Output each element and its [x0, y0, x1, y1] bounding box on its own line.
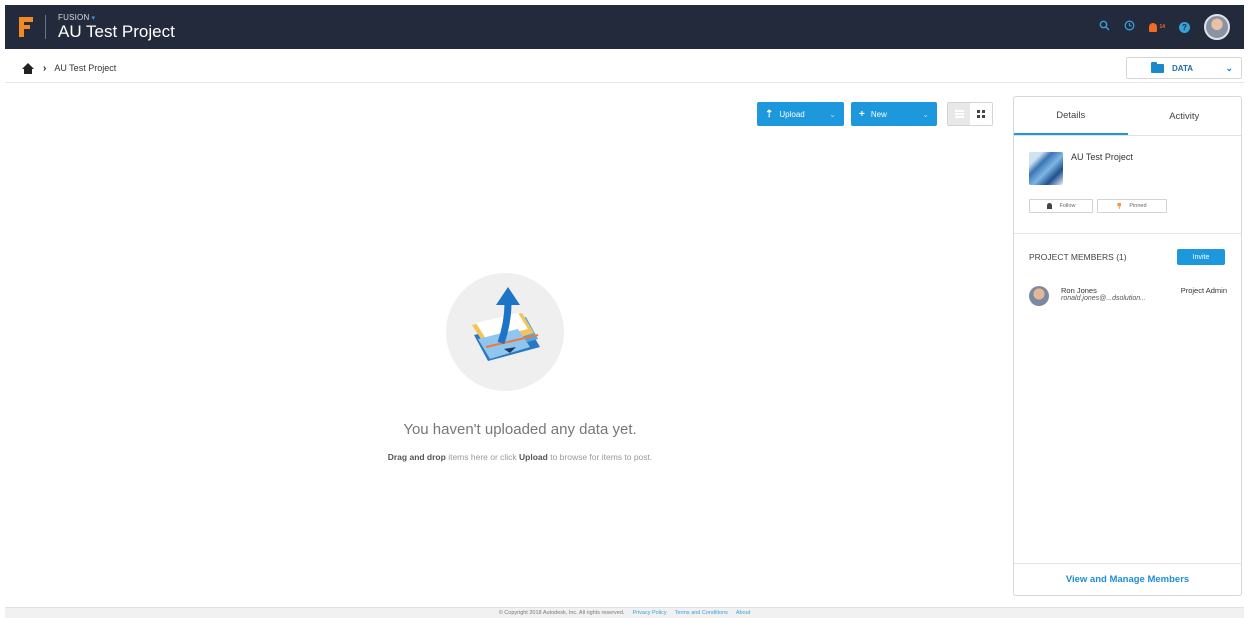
project-thumbnail — [1029, 152, 1063, 185]
app-switcher[interactable]: FUSION ▾ — [58, 13, 175, 22]
terms-link[interactable]: Terms and Conditions — [675, 610, 728, 616]
details-panel: Details Activity AU Test Project Follow … — [1013, 96, 1242, 596]
upload-illustration — [446, 273, 564, 391]
bell-icon — [1046, 203, 1052, 209]
upload-label: Upload — [779, 109, 805, 119]
empty-sub-text-2: to browse for items to post. — [547, 452, 653, 462]
member-info: Ron Jones ronald.jones@...dsolution... — [1061, 286, 1146, 302]
toolbar: ⇡ Upload ⌄ + New ⌄ — [757, 102, 993, 126]
footer: © Copyright 2018 Autodesk, Inc. All righ… — [5, 607, 1244, 618]
about-link[interactable]: About — [736, 610, 750, 616]
pin-icon — [1117, 203, 1122, 209]
panel-tabs: Details Activity — [1014, 97, 1241, 136]
app-project-block[interactable]: FUSION ▾ AU Test Project — [58, 13, 175, 41]
follow-pin-row: Follow Pinned — [1014, 185, 1241, 213]
pinned-label: Pinned — [1129, 203, 1147, 209]
top-bar: FUSION ▾ AU Test Project 14 ? — [5, 5, 1244, 49]
notifications-button[interactable]: 14 — [1149, 22, 1165, 32]
list-view-button[interactable] — [948, 103, 970, 125]
empty-sub-bold-2: Upload — [519, 452, 548, 462]
help-icon[interactable]: ? — [1179, 21, 1190, 33]
empty-state-title: You haven't uploaded any data yet. — [403, 421, 637, 438]
empty-state-subtitle: Drag and drop items here or click Upload… — [250, 452, 790, 462]
member-name: Ron Jones — [1061, 286, 1097, 295]
upload-button[interactable]: ⇡ Upload ⌄ — [757, 102, 844, 126]
chevron-down-icon[interactable]: ⌄ — [922, 110, 929, 119]
chevron-down-icon[interactable]: ⌄ — [829, 110, 836, 119]
follow-button[interactable]: Follow — [1029, 199, 1093, 213]
new-button[interactable]: + New ⌄ — [851, 102, 937, 126]
copyright-text: © Copyright 2018 Autodesk, Inc. All righ… — [498, 610, 625, 616]
invite-button[interactable]: Invite — [1177, 249, 1225, 265]
members-title: PROJECT MEMBERS (1) — [1029, 252, 1127, 262]
clock-icon[interactable] — [1124, 20, 1135, 34]
tab-details[interactable]: Details — [1014, 97, 1128, 135]
member-role: Project Admin — [1180, 286, 1227, 295]
chevron-down-icon: ▾ — [91, 15, 96, 22]
avatar — [1029, 286, 1049, 306]
chevron-right-icon: › — [43, 62, 47, 74]
breadcrumb-current[interactable]: AU Test Project — [54, 63, 116, 73]
home-icon[interactable] — [22, 62, 34, 74]
grid-view-icon — [977, 110, 985, 118]
tab-activity[interactable]: Activity — [1128, 97, 1242, 135]
app-name: FUSION — [58, 13, 90, 22]
member-email: ronald.jones@...dsolution... — [1061, 295, 1146, 302]
member-row[interactable]: Ron Jones ronald.jones@...dsolution... P… — [1014, 265, 1241, 306]
project-name: AU Test Project — [1071, 152, 1133, 162]
logo-separator — [45, 15, 46, 39]
plus-icon: + — [859, 108, 865, 120]
data-dropdown[interactable]: DATA ⌄ — [1126, 57, 1242, 79]
view-toggle — [947, 102, 993, 126]
grid-view-button[interactable] — [970, 103, 992, 125]
top-icons: 14 ? — [1099, 14, 1230, 40]
fusion-logo-icon[interactable] — [19, 17, 33, 37]
breadcrumb-bar: › AU Test Project DATA ⌄ — [5, 54, 1244, 83]
view-manage-members-link[interactable]: View and Manage Members — [1014, 563, 1241, 595]
empty-sub-text-1: items here or click — [445, 452, 520, 462]
members-header: PROJECT MEMBERS (1) Invite — [1014, 234, 1241, 265]
project-info: AU Test Project — [1014, 136, 1241, 185]
empty-sub-bold-1: Drag and drop — [387, 452, 446, 462]
follow-label: Follow — [1059, 203, 1076, 209]
pinned-button[interactable]: Pinned — [1097, 199, 1167, 213]
search-icon[interactable] — [1099, 20, 1110, 34]
chevron-down-icon: ⌄ — [1225, 62, 1233, 73]
list-view-icon — [954, 110, 964, 118]
notification-count: 14 — [1159, 24, 1165, 30]
user-avatar[interactable] — [1204, 14, 1230, 40]
bell-icon — [1149, 22, 1158, 32]
new-label: New — [870, 109, 887, 119]
folder-icon — [1151, 61, 1164, 73]
upload-icon: ⇡ — [765, 108, 774, 120]
data-dropdown-label: DATA — [1172, 63, 1194, 73]
project-title: AU Test Project — [58, 22, 175, 41]
privacy-policy-link[interactable]: Privacy Policy — [632, 610, 666, 616]
